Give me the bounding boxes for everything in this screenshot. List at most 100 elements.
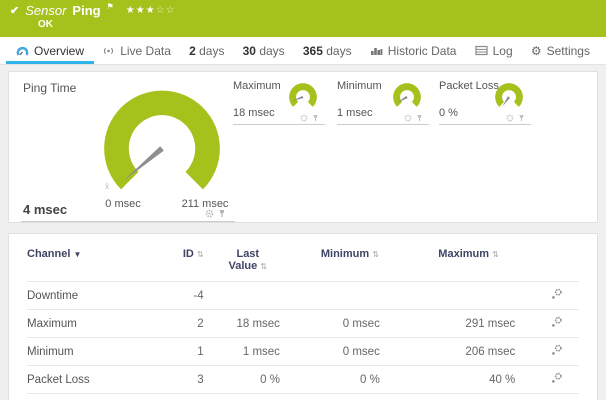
gauge-scale-min: 0 msec bbox=[101, 198, 145, 210]
table-row[interactable]: Packet Loss 3 0 % 0 % 40 % bbox=[27, 366, 579, 394]
sensor-header: ✔ Sensor Ping ⚑ ★★★☆☆ OK bbox=[0, 0, 606, 37]
tab-label: Log bbox=[493, 44, 513, 58]
channel-last-value: 0 % bbox=[204, 366, 292, 394]
sensor-status-badge: OK bbox=[38, 19, 596, 30]
divider bbox=[233, 124, 325, 125]
status-ok-check-icon: ✔ bbox=[10, 4, 19, 17]
stars-filled[interactable]: ★★★ bbox=[126, 5, 156, 16]
channel-name[interactable]: Packet Loss bbox=[27, 366, 154, 394]
gauge-icon bbox=[16, 45, 29, 57]
table-row[interactable]: Maximum 2 18 msec 0 msec 291 msec bbox=[27, 310, 579, 338]
channel-name[interactable]: Maximum bbox=[27, 310, 154, 338]
gear-icon[interactable] bbox=[300, 114, 308, 122]
gauge-toolbar bbox=[404, 114, 423, 122]
priority-stars[interactable]: ★★★☆☆ bbox=[126, 5, 176, 16]
channel-maximum bbox=[408, 282, 529, 310]
edit-channel-gear-icon[interactable] bbox=[551, 344, 563, 356]
channels-table: Channel ▼ ID ⇅ LastValue ⇅ Minimum ⇅ Max… bbox=[27, 248, 579, 400]
channel-minimum: 0 % bbox=[292, 366, 408, 394]
channel-minimum: 0 msec bbox=[292, 394, 408, 400]
column-header-last-value[interactable]: LastValue ⇅ bbox=[204, 248, 292, 282]
tab-label: Live Data bbox=[120, 44, 171, 58]
pin-icon[interactable] bbox=[416, 114, 423, 122]
channel-maximum: 291 msec bbox=[408, 310, 529, 338]
tab-bold: 2 bbox=[189, 44, 196, 58]
tab-label: days bbox=[259, 44, 284, 58]
scale-marker-icon: x̄ bbox=[105, 182, 109, 191]
sensor-name[interactable]: Ping bbox=[72, 3, 100, 18]
edit-channel-gear-icon[interactable] bbox=[551, 288, 563, 300]
divider bbox=[439, 124, 531, 125]
channel-last-value: 4 msec bbox=[204, 394, 292, 400]
column-header-id[interactable]: ID ⇅ bbox=[154, 248, 204, 282]
channel-id: 1 bbox=[154, 338, 204, 366]
packet-loss-gauge bbox=[489, 81, 529, 113]
pin-icon[interactable] bbox=[518, 114, 525, 122]
overview-content: Ping Time x̄ 0 msec 211 msec 4 msec Maxi… bbox=[0, 65, 606, 400]
live-broadcast-icon bbox=[102, 45, 115, 57]
tab-log[interactable]: Log bbox=[473, 37, 515, 64]
tab-settings[interactable]: ⚙ Settings bbox=[529, 37, 592, 64]
channel-name[interactable]: Ping Time bbox=[27, 394, 154, 400]
column-header-actions bbox=[529, 248, 579, 282]
maximum-gauge bbox=[283, 81, 323, 113]
channel-maximum: 206 msec bbox=[408, 338, 529, 366]
table-row[interactable]: Downtime -4 bbox=[27, 282, 579, 310]
channel-last-value: 1 msec bbox=[204, 338, 292, 366]
channel-minimum bbox=[292, 282, 408, 310]
channel-minimum: 0 msec bbox=[292, 310, 408, 338]
tab-bold: 365 bbox=[303, 44, 323, 58]
gear-icon[interactable] bbox=[205, 209, 214, 218]
tab-label: Historic Data bbox=[388, 44, 457, 58]
tab-30-days[interactable]: 30 days bbox=[241, 37, 287, 64]
tab-365-days[interactable]: 365 days bbox=[301, 37, 354, 64]
gear-icon[interactable] bbox=[506, 114, 514, 122]
column-header-minimum[interactable]: Minimum ⇅ bbox=[292, 248, 408, 282]
ping-time-value: 4 msec bbox=[23, 202, 67, 217]
gauge-toolbar bbox=[300, 114, 319, 122]
pin-icon[interactable] bbox=[218, 209, 226, 218]
channel-maximum: 211 msec bbox=[408, 394, 529, 400]
channel-maximum: 40 % bbox=[408, 366, 529, 394]
table-row[interactable]: Minimum 1 1 msec 0 msec 206 msec bbox=[27, 338, 579, 366]
tab-historic-data[interactable]: Historic Data bbox=[368, 37, 459, 64]
sort-icon: ⇅ bbox=[372, 250, 379, 259]
channel-last-value bbox=[204, 282, 292, 310]
channel-name[interactable]: Downtime bbox=[27, 282, 154, 310]
mini-gauge-minimum: Minimum 1 msec bbox=[337, 80, 433, 124]
bar-chart-icon bbox=[370, 45, 383, 57]
tab-2-days[interactable]: 2 days bbox=[187, 37, 226, 64]
table-row[interactable]: Ping Time 0 4 msec 0 msec 211 msec bbox=[27, 394, 579, 400]
channel-name[interactable]: Minimum bbox=[27, 338, 154, 366]
divider bbox=[21, 221, 235, 222]
divider bbox=[337, 124, 429, 125]
sensor-type-label: Sensor bbox=[25, 3, 66, 18]
tab-label: Overview bbox=[34, 44, 84, 58]
stars-empty[interactable]: ☆☆ bbox=[156, 5, 176, 16]
tab-live-data[interactable]: Live Data bbox=[100, 37, 173, 64]
sort-desc-icon: ▼ bbox=[73, 250, 81, 259]
channel-last-value: 18 msec bbox=[204, 310, 292, 338]
channels-panel: Channel ▼ ID ⇅ LastValue ⇅ Minimum ⇅ Max… bbox=[8, 233, 598, 400]
column-header-channel[interactable]: Channel ▼ bbox=[27, 248, 154, 282]
pin-icon[interactable] bbox=[312, 114, 319, 122]
channel-minimum: 0 msec bbox=[292, 338, 408, 366]
gauge-toolbar bbox=[205, 209, 226, 218]
column-header-maximum[interactable]: Maximum ⇅ bbox=[408, 248, 529, 282]
maximum-value: 18 msec bbox=[233, 107, 275, 119]
minimum-gauge bbox=[387, 81, 427, 113]
log-list-icon bbox=[475, 45, 488, 56]
flag-icon[interactable]: ⚑ bbox=[107, 2, 114, 11]
tab-overview[interactable]: Overview bbox=[14, 37, 86, 64]
edit-channel-gear-icon[interactable] bbox=[551, 316, 563, 328]
edit-channel-gear-icon[interactable] bbox=[551, 372, 563, 384]
tab-bar: Overview Live Data 2 days 30 days 365 da… bbox=[0, 37, 606, 65]
main-gauge-title: Ping Time bbox=[23, 81, 76, 95]
gear-icon: ⚙ bbox=[531, 45, 542, 57]
mini-gauge-packet-loss: Packet Loss 0 % bbox=[439, 80, 535, 124]
sort-icon: ⇅ bbox=[197, 250, 204, 259]
gear-icon[interactable] bbox=[404, 114, 412, 122]
sort-icon: ⇅ bbox=[260, 262, 267, 271]
tab-label: Settings bbox=[547, 44, 590, 58]
sort-icon: ⇅ bbox=[492, 250, 499, 259]
